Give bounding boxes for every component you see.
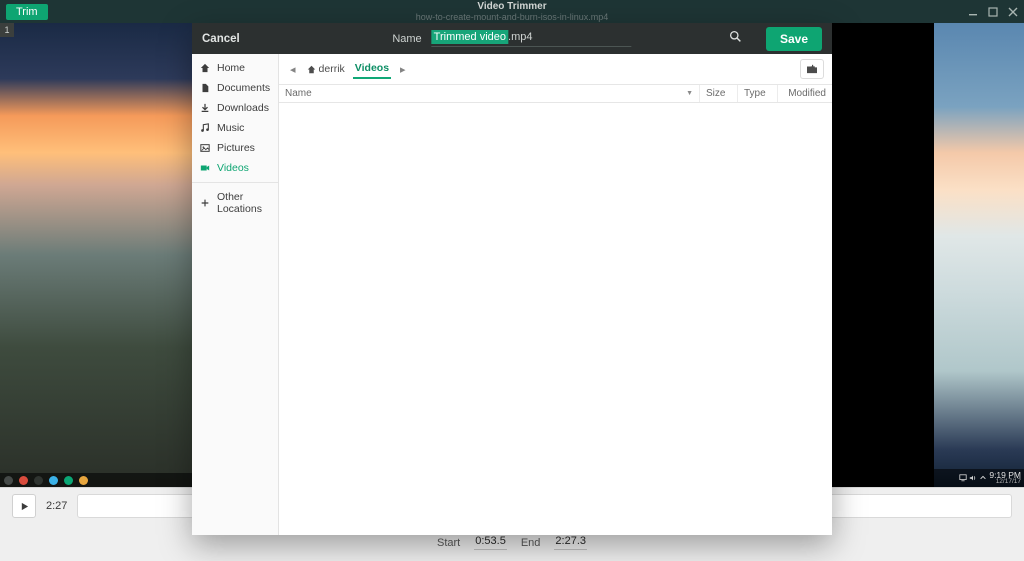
column-size[interactable]: Size: [700, 85, 738, 102]
download-icon: [200, 103, 210, 113]
taskbar-icon[interactable]: [49, 476, 58, 485]
sidebar-item-label: Other Locations: [217, 191, 270, 215]
tray-monitor-icon[interactable]: [959, 474, 967, 482]
filename-input-selected[interactable]: Trimmed video: [432, 30, 508, 44]
trim-button[interactable]: Trim: [6, 4, 48, 20]
sort-desc-icon: ▼: [686, 90, 693, 97]
wallpaper-right: 9:19 PM 12/17/17: [934, 23, 1024, 487]
cancel-button[interactable]: Cancel: [202, 33, 240, 45]
sidebar-item-label: Home: [217, 62, 245, 74]
range-end-value[interactable]: 2:27.3: [554, 535, 587, 550]
sidebar-item-label: Pictures: [217, 142, 255, 154]
close-icon[interactable]: [1008, 7, 1018, 17]
sidebar-item-label: Videos: [217, 162, 249, 174]
column-type[interactable]: Type: [738, 85, 778, 102]
tray-icons: [959, 474, 987, 482]
sidebar-item-music[interactable]: Music: [192, 118, 278, 138]
filename-input-wrap[interactable]: Trimmed video.mp4: [432, 30, 632, 47]
video-icon: [200, 163, 210, 173]
titlebar: Trim Video Trimmer how-to-create-mount-a…: [0, 0, 1024, 23]
taskbar-right: 9:19 PM 12/17/17: [934, 469, 1024, 487]
column-name-label: Name: [285, 88, 312, 99]
sidebar-item-pictures[interactable]: Pictures: [192, 138, 278, 158]
sidebar-item-label: Downloads: [217, 102, 269, 114]
sidebar-item-label: Documents: [217, 82, 270, 94]
tray-clock[interactable]: 9:19 PM 12/17/17: [989, 471, 1021, 486]
playback-time: 2:27: [46, 500, 67, 512]
filename-group: Name Trimmed video.mp4: [392, 30, 631, 47]
window-controls: [968, 7, 1018, 17]
maximize-icon[interactable]: [988, 7, 998, 17]
workspace-indicator[interactable]: 1: [0, 23, 14, 37]
sidebar-item-documents[interactable]: Documents: [192, 78, 278, 98]
filename-ext: .mp4: [508, 31, 532, 43]
places-sidebar: Home Documents Downloads Music Pictures …: [192, 54, 279, 535]
column-name[interactable]: Name ▼: [279, 85, 700, 102]
taskbar-left: [0, 473, 192, 487]
play-button[interactable]: [12, 494, 36, 518]
loaded-file-name: how-to-create-mount-and-burn-isos-in-lin…: [416, 13, 609, 22]
tray-volume-icon[interactable]: [969, 474, 977, 482]
column-headers: Name ▼ Size Type Modified: [279, 84, 832, 103]
file-pane: ◂ derrik Videos ▸ Name ▼ Size Type Modif: [279, 54, 832, 535]
column-modified[interactable]: Modified: [778, 85, 832, 102]
tray-chevron-up-icon[interactable]: [979, 474, 987, 482]
sidebar-separator: [192, 182, 278, 183]
nav-forward-icon[interactable]: ▸: [397, 63, 409, 76]
breadcrumb: ◂ derrik Videos ▸: [279, 54, 832, 84]
range-start-value[interactable]: 0:53.5: [474, 535, 507, 550]
search-icon[interactable]: [729, 30, 742, 48]
sidebar-item-videos[interactable]: Videos: [192, 158, 278, 178]
wallpaper-left: 1: [0, 23, 192, 487]
taskbar-icon[interactable]: [19, 476, 28, 485]
dialog-header: Cancel Name Trimmed video.mp4 Save: [192, 23, 832, 54]
range-end-label: End: [521, 537, 541, 549]
dialog-body: Home Documents Downloads Music Pictures …: [192, 54, 832, 535]
taskbar-icon[interactable]: [64, 476, 73, 485]
name-label: Name: [392, 33, 421, 45]
save-dialog: Cancel Name Trimmed video.mp4 Save Home …: [192, 23, 832, 535]
taskbar-icon[interactable]: [79, 476, 88, 485]
range-start-label: Start: [437, 537, 460, 549]
breadcrumb-current[interactable]: Videos: [353, 59, 391, 79]
clock-date: 12/17/17: [989, 479, 1021, 486]
sidebar-item-label: Music: [217, 122, 244, 134]
sidebar-item-downloads[interactable]: Downloads: [192, 98, 278, 118]
file-icon: [200, 83, 210, 93]
breadcrumb-user[interactable]: derrik: [305, 60, 347, 78]
minimize-icon[interactable]: [968, 7, 978, 17]
taskbar-icon[interactable]: [34, 476, 43, 485]
home-icon: [200, 63, 210, 73]
plus-icon: [200, 198, 210, 208]
breadcrumb-label: derrik: [319, 63, 345, 75]
new-folder-button[interactable]: [800, 59, 824, 79]
nav-back-icon[interactable]: ◂: [287, 63, 299, 76]
new-folder-icon: [806, 64, 818, 74]
taskbar-icon[interactable]: [4, 476, 13, 485]
app-title: Video Trimmer: [416, 2, 609, 12]
save-button[interactable]: Save: [766, 27, 822, 51]
home-icon: [307, 65, 316, 74]
sidebar-item-other-locations[interactable]: Other Locations: [192, 187, 278, 219]
titlebar-center: Video Trimmer how-to-create-mount-and-bu…: [416, 2, 609, 22]
picture-icon: [200, 143, 210, 153]
music-icon: [200, 123, 210, 133]
sidebar-item-home[interactable]: Home: [192, 58, 278, 78]
file-listing[interactable]: [279, 103, 832, 535]
play-icon: [20, 502, 29, 511]
